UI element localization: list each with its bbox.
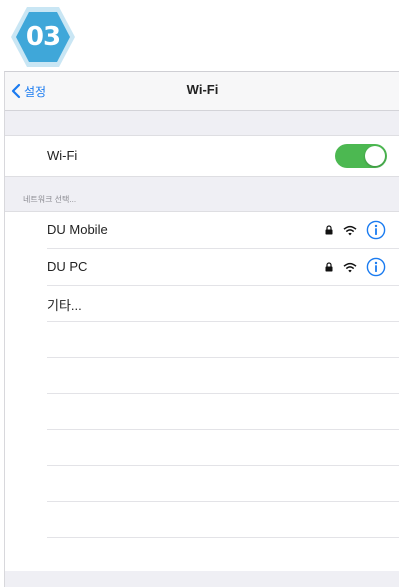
info-icon[interactable] xyxy=(366,257,386,277)
toggle-knob xyxy=(365,146,385,166)
bottom-background xyxy=(5,571,399,587)
empty-row xyxy=(47,357,399,394)
network-status-icons xyxy=(325,257,386,277)
wifi-icon xyxy=(343,225,357,235)
empty-row xyxy=(47,321,399,358)
settings-screen: 설정 Wi-Fi Wi-Fi 네트워크 선택... DU Mobile DU P… xyxy=(4,71,399,587)
empty-row xyxy=(47,429,399,466)
empty-row xyxy=(47,501,399,538)
section-header-choose-network: 네트워크 선택... xyxy=(23,195,77,204)
page: 03 설정 Wi-Fi Wi-Fi 네트워크 선택... DU Mobile D… xyxy=(0,0,399,587)
info-icon[interactable] xyxy=(366,220,386,240)
network-name: DU PC xyxy=(47,259,88,274)
wifi-icon xyxy=(343,262,357,272)
empty-row xyxy=(47,465,399,502)
network-name: DU Mobile xyxy=(47,222,108,237)
network-row-other[interactable]: 기타... xyxy=(47,285,399,322)
network-name: 기타... xyxy=(47,298,82,313)
network-list: DU Mobile DU PC 기타... xyxy=(5,211,399,572)
step-badge: 03 xyxy=(10,6,76,68)
navigation-bar: 설정 Wi-Fi xyxy=(5,72,399,111)
wifi-toggle-switch[interactable] xyxy=(335,144,387,168)
empty-row xyxy=(47,393,399,430)
network-row-du-mobile[interactable]: DU Mobile xyxy=(47,212,399,249)
wifi-toggle-row: Wi-Fi xyxy=(5,135,399,177)
wifi-toggle-label: Wi-Fi xyxy=(47,148,78,163)
network-status-icons xyxy=(325,220,386,240)
page-title: Wi-Fi xyxy=(186,82,219,97)
lock-icon xyxy=(325,225,333,235)
network-row-du-pc[interactable]: DU PC xyxy=(47,249,399,286)
step-number: 03 xyxy=(25,22,61,52)
lock-icon xyxy=(325,262,333,272)
